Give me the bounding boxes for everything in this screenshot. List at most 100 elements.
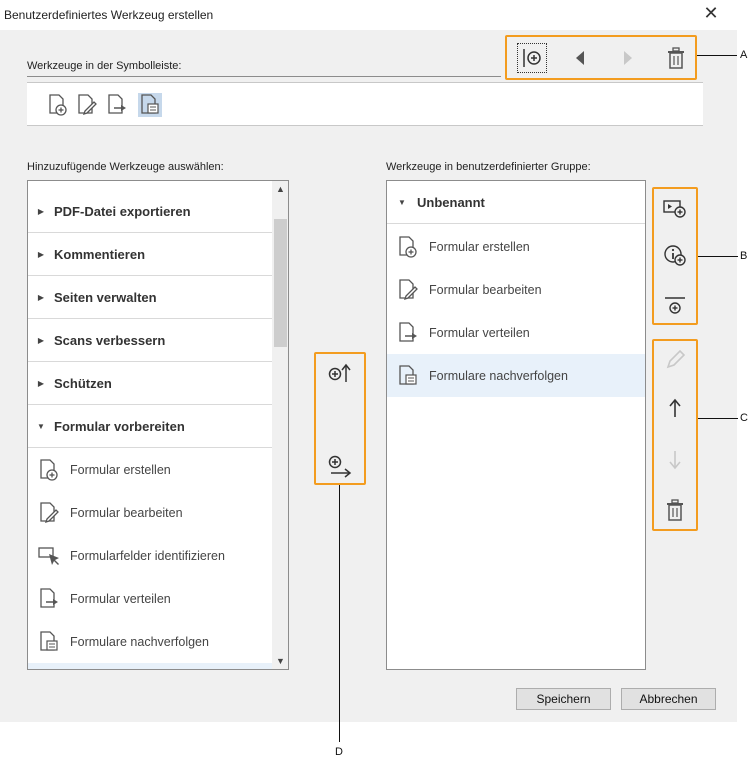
tool-label: Formulare nachverfolgen [429,368,568,383]
toolbar-divider [27,76,501,77]
toolbar-tool-strip [27,82,703,126]
group-label: Scans verbessern [54,332,166,348]
form-edit-icon [399,278,418,300]
custom-group-tools-list[interactable]: ▼ Unbenannt Formular erstellen Formular … [386,180,646,670]
form-distribute-icon [399,321,417,342]
form-track-icon [399,364,417,385]
group-pages[interactable]: ▶ Seiten verwalten [28,276,272,319]
caret-down-icon: ▼ [37,421,45,431]
tool-label: Formular erstellen [429,239,530,254]
tool-form-track[interactable]: Formulare nachverfolgen [28,620,272,663]
partial-selected-row [28,663,272,669]
scroll-down-button[interactable]: ▼ [272,653,288,669]
arrow-down-icon [669,451,681,470]
group-label: Schützen [54,375,112,391]
right-panel-label: Werkzeuge in benutzerdefinierter Gruppe: [386,161,591,173]
tool-form-identify[interactable]: Formularfelder identifizieren [28,534,272,577]
arrow-up-icon [669,398,681,417]
edit-button[interactable] [660,345,690,375]
group-label: Seiten verwalten [54,289,157,305]
move-left-button[interactable] [565,43,595,73]
info-add-icon [664,245,686,266]
tool-form-create[interactable]: Formular erstellen [28,448,272,491]
available-tools-list[interactable]: ▶ PDF-Datei exportieren ▶ Kommentieren ▶… [27,180,289,670]
group-comment[interactable]: ▶ Kommentieren [28,233,272,276]
trash-icon [667,499,683,521]
left-scrollbar[interactable]: ▲ ▼ [272,181,288,669]
group-label: Kommentieren [54,246,146,262]
callout-label-c: C [740,412,748,424]
triangle-left-icon [576,51,584,65]
group-scans[interactable]: ▶ Scans verbessern [28,319,272,362]
separator-add-icon [665,297,685,314]
group-prepare-form[interactable]: ▼ Formular vorbereiten [28,405,272,448]
add-to-group-button[interactable] [325,452,355,482]
move-down-button[interactable] [660,445,690,475]
add-group-button[interactable] [660,193,690,223]
item-edit-controls [652,339,698,531]
group-protect[interactable]: ▶ Schützen [28,362,272,405]
group-unbenannt[interactable]: ▼ Unbenannt [387,181,645,224]
scroll-up-button[interactable]: ▲ [272,181,288,197]
caret-down-icon: ▼ [398,197,406,207]
add-divider-button[interactable] [517,43,547,73]
form-identify-icon [38,546,59,565]
delete-toolbar-button[interactable] [661,43,691,73]
caret-right-icon: ▶ [37,206,45,216]
add-group-icon [663,200,686,218]
caret-right-icon: ▶ [37,378,45,388]
tool-form-distribute[interactable]: Formular verteilen [28,577,272,620]
tool-label: Formular bearbeiten [429,282,542,297]
callout-label-a: A [740,49,748,61]
toolbar-controls [505,35,697,80]
strip-tool-form-track[interactable] [138,93,162,117]
tool-label: Formular bearbeiten [70,505,183,520]
toolbar-section-label: Werkzeuge in der Symbolleiste: [27,60,182,72]
form-create-icon [49,94,67,116]
move-up-button[interactable] [660,393,690,423]
callout-label-d: D [335,746,343,758]
add-up-icon [328,363,351,382]
strip-tool-form-create[interactable] [46,93,70,117]
form-track-icon [141,94,159,114]
strip-tool-form-edit[interactable] [75,93,99,117]
left-panel-label: Hinzuzufügende Werkzeuge auswählen: [27,161,224,173]
cancel-button[interactable]: Abbrechen [621,688,716,710]
trash-icon [668,47,684,69]
move-right-button[interactable] [613,43,643,73]
close-button[interactable]: ✕ [700,3,722,25]
close-icon: ✕ [703,3,719,23]
callout-line-c [698,418,738,419]
group-label: Formular vorbereiten [54,418,185,434]
scroll-thumb[interactable] [274,219,287,347]
custom-tool-form-edit[interactable]: Formular bearbeiten [387,268,645,311]
form-distribute-icon [40,587,58,608]
group-label: PDF-Datei exportieren [54,203,191,219]
tool-label: Formular erstellen [70,462,171,477]
save-button[interactable]: Speichern [516,688,611,710]
caret-right-icon: ▶ [37,335,45,345]
tool-label: Formular verteilen [429,325,530,340]
callout-line-b [698,256,738,257]
add-info-button[interactable] [660,241,690,271]
group-pdf-export[interactable]: ▶ PDF-Datei exportieren [28,190,272,233]
group-label: Unbenannt [417,194,485,210]
caret-right-icon: ▶ [37,249,45,259]
add-separator-button[interactable] [660,290,690,320]
custom-tool-form-create[interactable]: Formular erstellen [387,225,645,268]
group-add-controls [652,187,698,325]
add-to-toolbar-button[interactable] [325,358,355,388]
tool-form-edit[interactable]: Formular bearbeiten [28,491,272,534]
strip-tool-form-distribute[interactable] [105,93,129,117]
form-create-icon [40,458,58,481]
pencil-icon [666,349,686,369]
delete-tool-button[interactable] [660,495,690,525]
form-distribute-icon [108,94,126,114]
custom-tool-form-track[interactable]: Formulare nachverfolgen [387,354,645,397]
tool-label: Formulare nachverfolgen [70,634,209,649]
custom-tool-form-distribute[interactable]: Formular verteilen [387,311,645,354]
form-edit-icon [40,501,59,523]
tool-label: Formularfelder identifizieren [70,548,225,563]
form-track-icon [40,630,58,651]
window-title: Benutzerdefiniertes Werkzeug erstellen [4,8,214,22]
